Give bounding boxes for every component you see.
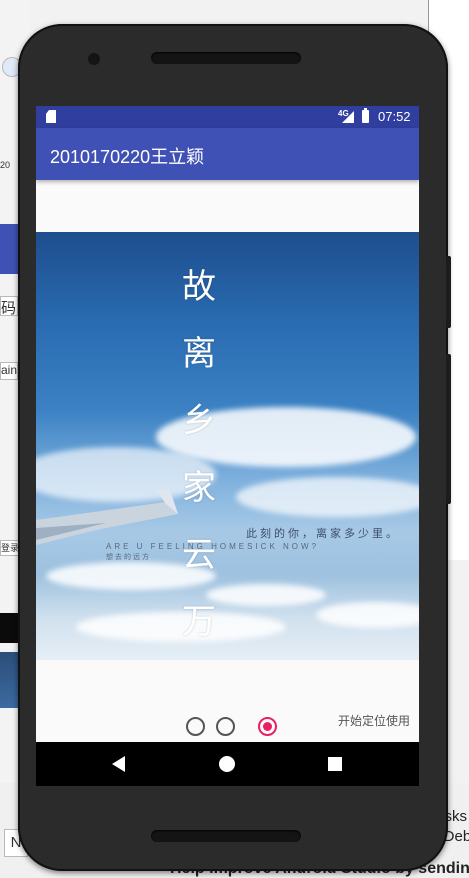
home-icon[interactable] — [219, 756, 235, 772]
phone-screen: 4G 07:52 2010170220王立颖 故离 乡家 云万 此刻的你，离家多… — [36, 106, 419, 786]
start-location-button[interactable]: 开始定位使用 — [338, 712, 410, 729]
banner-caption: 此刻的你，离家多少里。 — [246, 528, 400, 540]
banner-caption-small: 想去的远方 — [106, 554, 151, 561]
page-dot-1[interactable] — [186, 717, 205, 736]
cloud-shape — [236, 477, 419, 517]
banner-caption-english: ARE U FEELING HOMESICK NOW? — [106, 542, 320, 551]
earpiece-speaker — [151, 52, 301, 64]
app-bar: 2010170220王立颖 — [36, 128, 419, 180]
poem-line: 故离 — [182, 267, 222, 374]
poem-line: 乡家 — [182, 401, 222, 508]
poem-line: 雨里 — [182, 656, 252, 660]
sd-card-icon — [46, 110, 56, 123]
signal-icon — [342, 111, 354, 123]
poem-text: 故离 乡家 云万 雨里 — [182, 254, 252, 660]
bottom-speaker — [151, 830, 301, 842]
ide-main-chip: ain — [0, 362, 18, 380]
status-time: 07:52 — [378, 109, 411, 124]
front-camera — [88, 53, 100, 65]
back-icon[interactable] — [112, 756, 125, 772]
ide-code-chip: 码 — [0, 296, 18, 316]
guide-banner-image[interactable]: 故离 乡家 云万 雨里 此刻的你，离家多少里。 ARE U FEELING HO… — [36, 232, 419, 660]
power-button[interactable] — [446, 256, 451, 328]
volume-button[interactable] — [446, 354, 451, 504]
cloud-shape — [316, 602, 419, 628]
battery-icon — [362, 108, 369, 123]
status-bar: 4G 07:52 — [36, 106, 419, 128]
cloud-shape — [76, 612, 286, 642]
emulator-device: 4G 07:52 2010170220王立颖 故离 乡家 云万 此刻的你，离家多… — [18, 24, 451, 871]
page-dot-3-active[interactable] — [258, 717, 277, 736]
app-title: 2010170220王立颖 — [50, 147, 205, 167]
recents-icon[interactable] — [328, 757, 342, 771]
navigation-bar — [36, 742, 419, 786]
page-dot-2[interactable] — [216, 717, 235, 736]
